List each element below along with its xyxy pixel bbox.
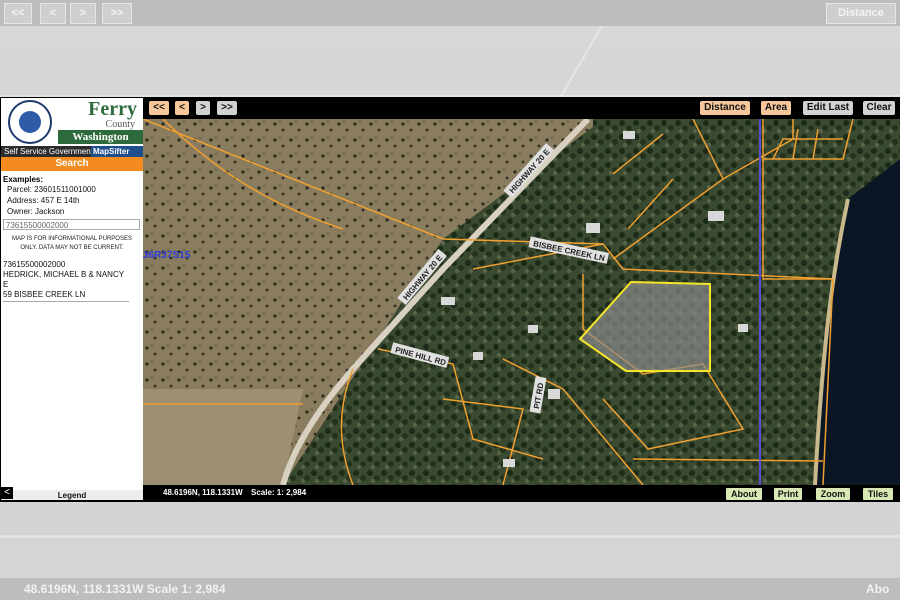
next-page-button[interactable]: > xyxy=(196,101,210,115)
county-seal-icon xyxy=(8,100,52,144)
area-button[interactable]: Area xyxy=(761,101,791,115)
collapse-sidebar-icon[interactable]: < xyxy=(1,487,13,499)
map-viewport[interactable]: HIGHWAY 20 E HIGHWAY 20 E BISBEE CREEK L… xyxy=(143,119,900,485)
sidebar: Ferry County Washington Self Service Gov… xyxy=(1,98,143,500)
state-name: Washington xyxy=(58,130,143,144)
example-address: Address: 457 E 14th xyxy=(7,196,80,205)
disclaimer-text: MAP IS FOR INFORMATIONAL PURPOSES ONLY. … xyxy=(12,236,132,251)
result-address: 59 BISBEE CREEK LN xyxy=(3,290,86,299)
example-owner: Owner: Jackson xyxy=(7,207,65,216)
mapsifter-logo: MapSifter xyxy=(91,146,143,157)
result-owner: HEDRICK, MICHAEL B & NANCY E xyxy=(3,270,124,289)
brand-left-text: Self Service Government xyxy=(4,147,93,156)
background-about-button: Abo xyxy=(866,582,890,596)
status-bar: 48.6196N, 118.1331W Scale: 1: 2,984 Abou… xyxy=(143,486,900,502)
map-window: Ferry County Washington Self Service Gov… xyxy=(0,97,900,502)
background-prev-button: < xyxy=(40,3,66,24)
search-header[interactable]: Search xyxy=(1,157,143,171)
county-name: Ferry xyxy=(88,98,137,120)
zoom-button[interactable]: Zoom xyxy=(816,488,850,500)
edit-last-button[interactable]: Edit Last xyxy=(803,101,853,115)
map-canvas[interactable]: HIGHWAY 20 E HIGHWAY 20 E BISBEE CREEK L… xyxy=(143,119,900,485)
about-button[interactable]: About xyxy=(726,488,762,500)
background-statusbar: 48.6196N, 118.1331W Scale 1: 2,984 Abo xyxy=(0,578,900,600)
background-toolbar: << < > >> Distance xyxy=(0,0,900,26)
background-next-button: > xyxy=(70,3,96,24)
map-toolbar: << < > >> Distance Area Edit Last Clear xyxy=(143,98,900,119)
search-result[interactable]: 73615500002000 HEDRICK, MICHAEL B & NANC… xyxy=(3,260,129,302)
legend-button[interactable]: Legend xyxy=(1,490,143,500)
seal-emblem xyxy=(19,111,41,133)
coordinates-readout: 48.6196N, 118.1331W xyxy=(163,488,243,497)
last-page-button[interactable]: >> xyxy=(217,101,237,115)
examples-title: Examples: xyxy=(3,175,44,184)
result-parcel: 73615500002000 xyxy=(3,260,66,269)
prev-page-button[interactable]: < xyxy=(175,101,189,115)
search-input[interactable]: 73615500002000 xyxy=(3,219,140,230)
first-page-button[interactable]: << xyxy=(149,101,169,115)
brand-bar: Self Service Government MapSifter xyxy=(1,146,143,157)
section-label: 36R37S15 xyxy=(143,250,191,261)
background-last-button: >> xyxy=(102,3,132,24)
tiles-button[interactable]: Tiles xyxy=(863,488,893,500)
county-logo[interactable]: Ferry County Washington xyxy=(1,98,143,146)
scale-readout: Scale: 1: 2,984 xyxy=(251,488,307,497)
background-distance-button: Distance xyxy=(826,3,896,24)
print-button[interactable]: Print xyxy=(774,488,802,500)
background-status-text: 48.6196N, 118.1331W Scale 1: 2,984 xyxy=(24,582,226,596)
background-road xyxy=(559,26,604,96)
clear-button[interactable]: Clear xyxy=(863,101,895,115)
distance-button[interactable]: Distance xyxy=(700,101,750,115)
example-parcel: Parcel: 23601511001000 xyxy=(7,185,96,194)
background-road xyxy=(0,535,900,538)
background-first-button: << xyxy=(4,3,32,24)
county-subtitle: County xyxy=(105,119,135,130)
